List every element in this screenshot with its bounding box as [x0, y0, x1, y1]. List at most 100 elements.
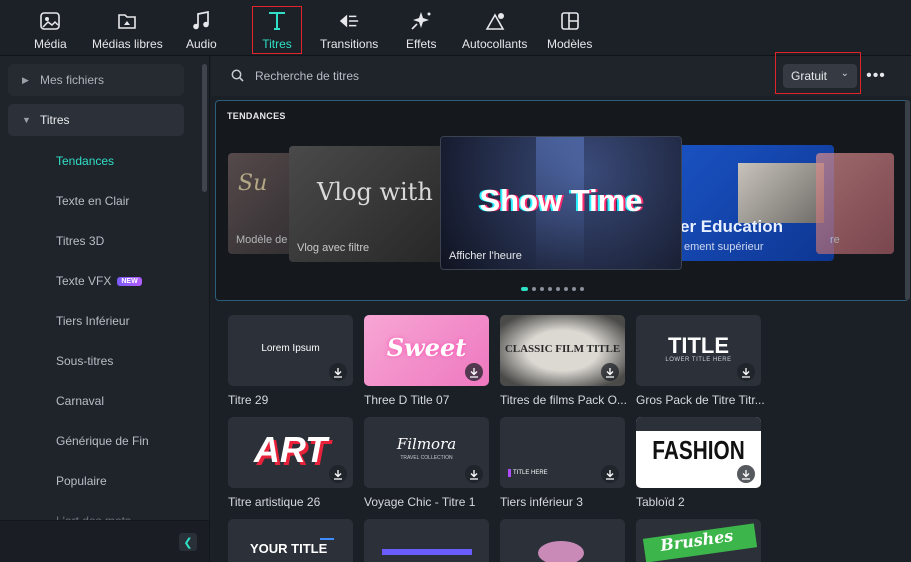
- search-bar: Recherche de titres Gratuit ⌄ •••: [211, 52, 911, 96]
- card-photo: [738, 163, 824, 223]
- card-caption: Vlog avec filtre: [297, 242, 370, 254]
- title-tile[interactable]: [364, 519, 489, 562]
- download-icon[interactable]: [601, 465, 619, 483]
- pagination-dot[interactable]: [572, 287, 576, 291]
- sidebar-item-end-credits[interactable]: Générique de Fin: [56, 434, 149, 448]
- tab-transitions[interactable]: Transitions: [320, 0, 378, 56]
- pagination-dot[interactable]: [548, 287, 552, 291]
- media-icon: [39, 10, 61, 32]
- download-icon[interactable]: [737, 363, 755, 381]
- title-tile[interactable]: YOUR TITLE: [228, 519, 353, 562]
- sidebar-item-carnival[interactable]: Carnaval: [56, 394, 104, 408]
- collapse-sidebar-button[interactable]: ❮: [179, 533, 197, 551]
- carousel-pagination: [521, 287, 584, 291]
- sidebar-item-label: Titres: [40, 113, 70, 127]
- sidebar-item-titles[interactable]: ▼ Titres: [8, 104, 184, 136]
- tab-media[interactable]: Média: [34, 0, 67, 56]
- highlight-box: [252, 6, 302, 54]
- title-tile[interactable]: Filmora TRAVEL COLLECTION Voyage Chic - …: [364, 417, 489, 509]
- title-name: Titres de films Pack O...: [500, 393, 627, 407]
- sidebar-item-plain-text[interactable]: Texte en Clair: [56, 194, 129, 208]
- card-art-text: Vlog with Fil: [317, 178, 449, 206]
- title-tile[interactable]: Brushes: [636, 519, 761, 562]
- title-thumbnail: Brushes: [636, 519, 761, 562]
- sidebar-item-label: Texte VFX: [56, 274, 112, 288]
- title-thumbnail: YOUR TITLE: [228, 519, 353, 562]
- tab-free-media-label: Médias libres: [92, 37, 163, 51]
- tab-free-media[interactable]: Médias libres: [92, 0, 163, 56]
- transitions-icon: [338, 10, 360, 32]
- accent-bar: [382, 549, 472, 555]
- title-thumbnail: Lorem Ipsum: [228, 315, 353, 386]
- thumbnail-text: CLASSIC FILM TITLE: [504, 343, 621, 355]
- download-icon[interactable]: [601, 363, 619, 381]
- thumbnail-text: TITLE: [667, 333, 730, 358]
- sidebar-item-lower-thirds[interactable]: Tiers Inférieur: [56, 314, 130, 328]
- filter-dropdown[interactable]: Gratuit ⌄: [783, 64, 857, 88]
- title-tile[interactable]: [500, 519, 625, 562]
- thumbnail-text: FASHION: [652, 435, 745, 465]
- title-tile[interactable]: FASHION Tabloïd 2: [636, 417, 761, 509]
- download-icon[interactable]: [329, 465, 347, 483]
- carousel-card[interactable]: Vlog with Fil Vlog avec filtre: [289, 146, 449, 262]
- sidebar-item-subtitles[interactable]: Sous-titres: [56, 354, 113, 368]
- tab-stickers[interactable]: Autocollants: [462, 0, 527, 56]
- more-options-button[interactable]: •••: [865, 64, 887, 88]
- pagination-dot[interactable]: [521, 287, 528, 291]
- sidebar-item-vfx-text[interactable]: Texte VFX NEW: [56, 274, 142, 288]
- pagination-dot[interactable]: [556, 287, 560, 291]
- download-icon[interactable]: [465, 465, 483, 483]
- sidebar-scrollbar[interactable]: [202, 64, 207, 192]
- filter-selected-value: Gratuit: [791, 69, 828, 83]
- sticker-icon: [484, 10, 506, 32]
- top-toolbar: Média Médias libres Audio Titres Transit…: [0, 0, 911, 56]
- carousel-card[interactable]: er Education ement supérieur: [676, 145, 834, 261]
- search-input[interactable]: Recherche de titres: [255, 69, 359, 83]
- more-dots-icon: •••: [866, 67, 886, 84]
- download-icon[interactable]: [465, 363, 483, 381]
- tab-effects-label: Effets: [406, 37, 437, 51]
- tab-audio[interactable]: Audio: [186, 0, 217, 56]
- title-tile[interactable]: TITLE HERE Tiers inférieur 3: [500, 417, 625, 509]
- pagination-dot[interactable]: [580, 287, 584, 291]
- sidebar-item-trending[interactable]: Tendances: [56, 154, 114, 168]
- title-tile[interactable]: ART Titre artistique 26: [228, 417, 353, 509]
- title-thumbnail: [500, 519, 625, 562]
- title-thumbnail: TITLE HERE: [500, 417, 625, 488]
- pagination-dot[interactable]: [564, 287, 568, 291]
- tab-effects[interactable]: Effets: [406, 0, 436, 56]
- title-name: Titre artistique 26: [228, 495, 321, 509]
- title-tile[interactable]: TITLE LOWER TITLE HERE Gros Pack de Titr…: [636, 315, 765, 407]
- thumbnail-text: YOUR TITLE: [250, 541, 328, 556]
- content-scrollbar[interactable]: [905, 100, 910, 300]
- new-badge: NEW: [117, 277, 142, 286]
- title-tile[interactable]: CLASSIC FILM TITLE Titres de films Pack …: [500, 315, 627, 407]
- sidebar-footer: ❮: [0, 520, 209, 562]
- thumbnail-subtext: LOWER TITLE HERE: [665, 357, 732, 363]
- sidebar-item-3d-titles[interactable]: Titres 3D: [56, 234, 104, 248]
- title-thumbnail: [364, 519, 489, 562]
- chevron-left-icon: ❮: [183, 536, 193, 549]
- sidebar-item-popular[interactable]: Populaire: [56, 474, 107, 488]
- pagination-dot[interactable]: [540, 287, 544, 291]
- carousel-card-featured[interactable]: Show Time Afficher l'heure: [440, 136, 682, 270]
- card-art-text: Su: [238, 171, 268, 196]
- title-name: Gros Pack de Titre Titr...: [636, 393, 765, 407]
- title-tile[interactable]: Sweet Three D Title 07: [364, 315, 489, 407]
- carousel-card[interactable]: re: [816, 153, 894, 254]
- thumbnail-text: Sweet: [386, 333, 467, 362]
- download-icon[interactable]: [737, 465, 755, 483]
- thumbnail-text: Filmora: [396, 435, 457, 453]
- pagination-dot[interactable]: [532, 287, 536, 291]
- titles-grid: Lorem Ipsum Titre 29 Sweet Three D Title…: [211, 304, 911, 562]
- free-media-icon: [116, 10, 138, 32]
- thumbnail-subtext: TRAVEL COLLECTION: [400, 455, 453, 461]
- card-art-text: Show Time: [479, 183, 643, 218]
- sidebar-item-my-files[interactable]: ▶ Mes fichiers: [8, 64, 184, 96]
- download-icon[interactable]: [329, 363, 347, 381]
- title-thumbnail: CLASSIC FILM TITLE: [500, 315, 625, 386]
- tab-templates[interactable]: Modèles: [547, 0, 592, 56]
- title-tile[interactable]: Lorem Ipsum Titre 29: [228, 315, 353, 407]
- card-caption: ement supérieur: [684, 241, 764, 253]
- tab-titles[interactable]: Titres: [252, 0, 302, 56]
